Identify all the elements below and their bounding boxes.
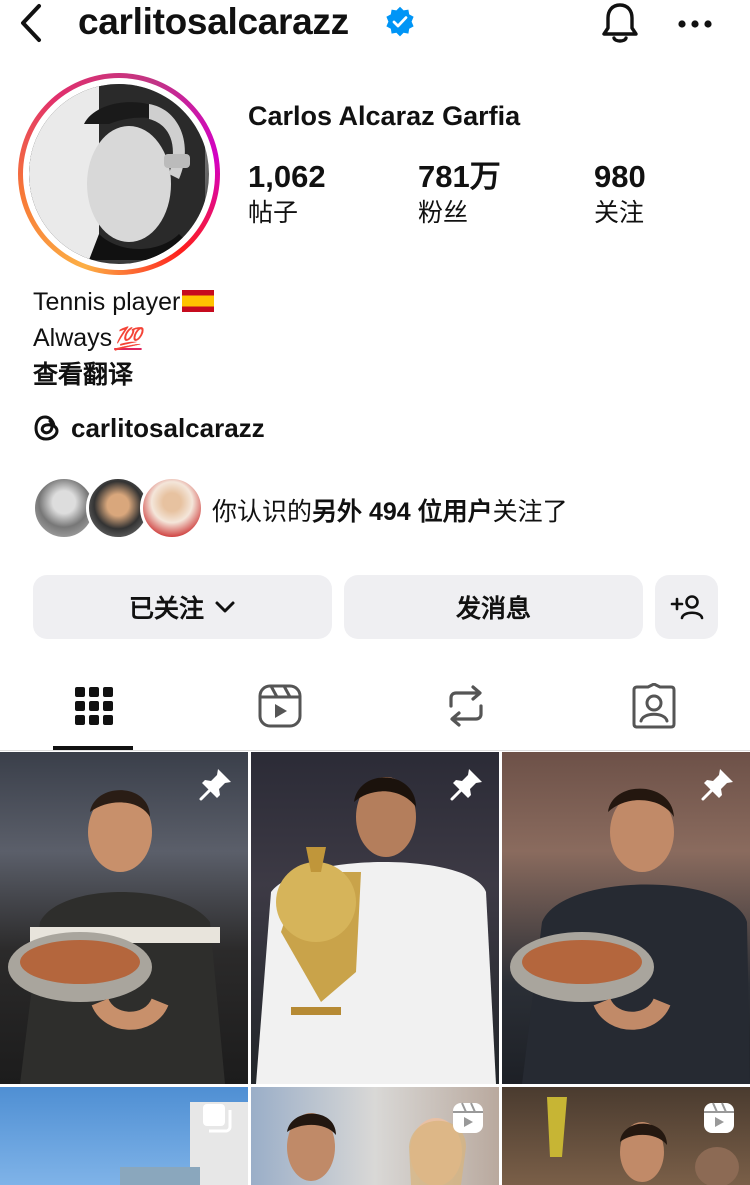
bio: Tennis player Always💯 查看翻译 <box>33 284 215 393</box>
followers-count: 781万 <box>418 159 501 194</box>
post-tile[interactable] <box>251 752 499 1084</box>
verified-badge-icon <box>386 6 414 37</box>
reels-icon <box>258 684 301 728</box>
message-label-text: 发消息 <box>455 595 531 623</box>
top-bar: carlitosalcarazz <box>0 0 750 48</box>
story-ring[interactable] <box>18 73 220 275</box>
repost-icon <box>448 685 483 727</box>
divider <box>0 750 750 751</box>
posts-stat[interactable]: 1,062 帖子 <box>248 158 326 230</box>
chevron-left-icon <box>21 4 41 42</box>
posts-label: 帖子 <box>248 199 299 227</box>
tab-grid[interactable] <box>0 660 187 752</box>
profile-username: carlitosalcarazz <box>78 1 349 42</box>
post-tile[interactable] <box>251 1087 499 1185</box>
bio-line-1: Tennis player <box>33 284 215 320</box>
carousel-icon <box>203 1104 232 1133</box>
threads-link[interactable]: carlitosalcarazz <box>33 410 265 446</box>
following-stat[interactable]: 980 关注 <box>594 158 646 230</box>
notifications-button[interactable] <box>596 0 644 46</box>
spain-flag-icon <box>182 290 215 312</box>
following-label-text: 已关注 <box>128 595 204 623</box>
tab-tagged[interactable] <box>560 660 747 752</box>
following-button[interactable]: 已关注 <box>33 575 332 639</box>
post-tile[interactable] <box>0 752 248 1084</box>
hundred-points-icon: 💯 <box>114 326 142 351</box>
profile-tabs <box>0 660 750 752</box>
more-options-button[interactable] <box>672 4 718 44</box>
tab-reposts[interactable] <box>372 660 559 752</box>
avatar <box>29 84 209 264</box>
reels-icon <box>453 1102 483 1133</box>
mutual-followers-text: 你认识的另外 494 位用户关注了 <box>212 498 568 526</box>
tagged-icon <box>632 683 675 729</box>
see-translation-link[interactable]: 查看翻译 <box>33 357 214 393</box>
full-name: Carlos Alcaraz Garfia <box>248 101 521 131</box>
followers-stat[interactable]: 781万 粉丝 <box>418 158 501 230</box>
pin-icon <box>450 769 482 801</box>
posts-count: 1,062 <box>248 159 326 194</box>
grid-icon <box>74 687 113 725</box>
message-button[interactable]: 发消息 <box>344 575 643 639</box>
bio-line-2: Always💯 <box>33 324 142 352</box>
more-horizontal-icon <box>678 20 712 28</box>
reels-icon <box>704 1102 734 1133</box>
tab-reels[interactable] <box>186 660 373 752</box>
add-person-button[interactable] <box>655 575 718 639</box>
post-tile[interactable] <box>502 1087 750 1185</box>
following-count: 980 <box>594 159 646 194</box>
chevron-down-icon <box>215 601 235 613</box>
back-button[interactable] <box>14 2 48 44</box>
threads-icon <box>34 415 59 441</box>
threads-handle: carlitosalcarazz <box>71 412 265 443</box>
pin-icon <box>199 769 231 801</box>
following-label: 关注 <box>594 199 645 227</box>
bell-icon <box>602 3 638 43</box>
add-person-icon <box>670 595 703 620</box>
pin-icon <box>701 769 733 801</box>
post-tile[interactable] <box>0 1087 248 1185</box>
post-tile[interactable] <box>502 752 750 1084</box>
avatar-photo <box>29 84 205 260</box>
followers-label: 粉丝 <box>418 199 469 227</box>
mutual-avatar <box>140 476 204 540</box>
